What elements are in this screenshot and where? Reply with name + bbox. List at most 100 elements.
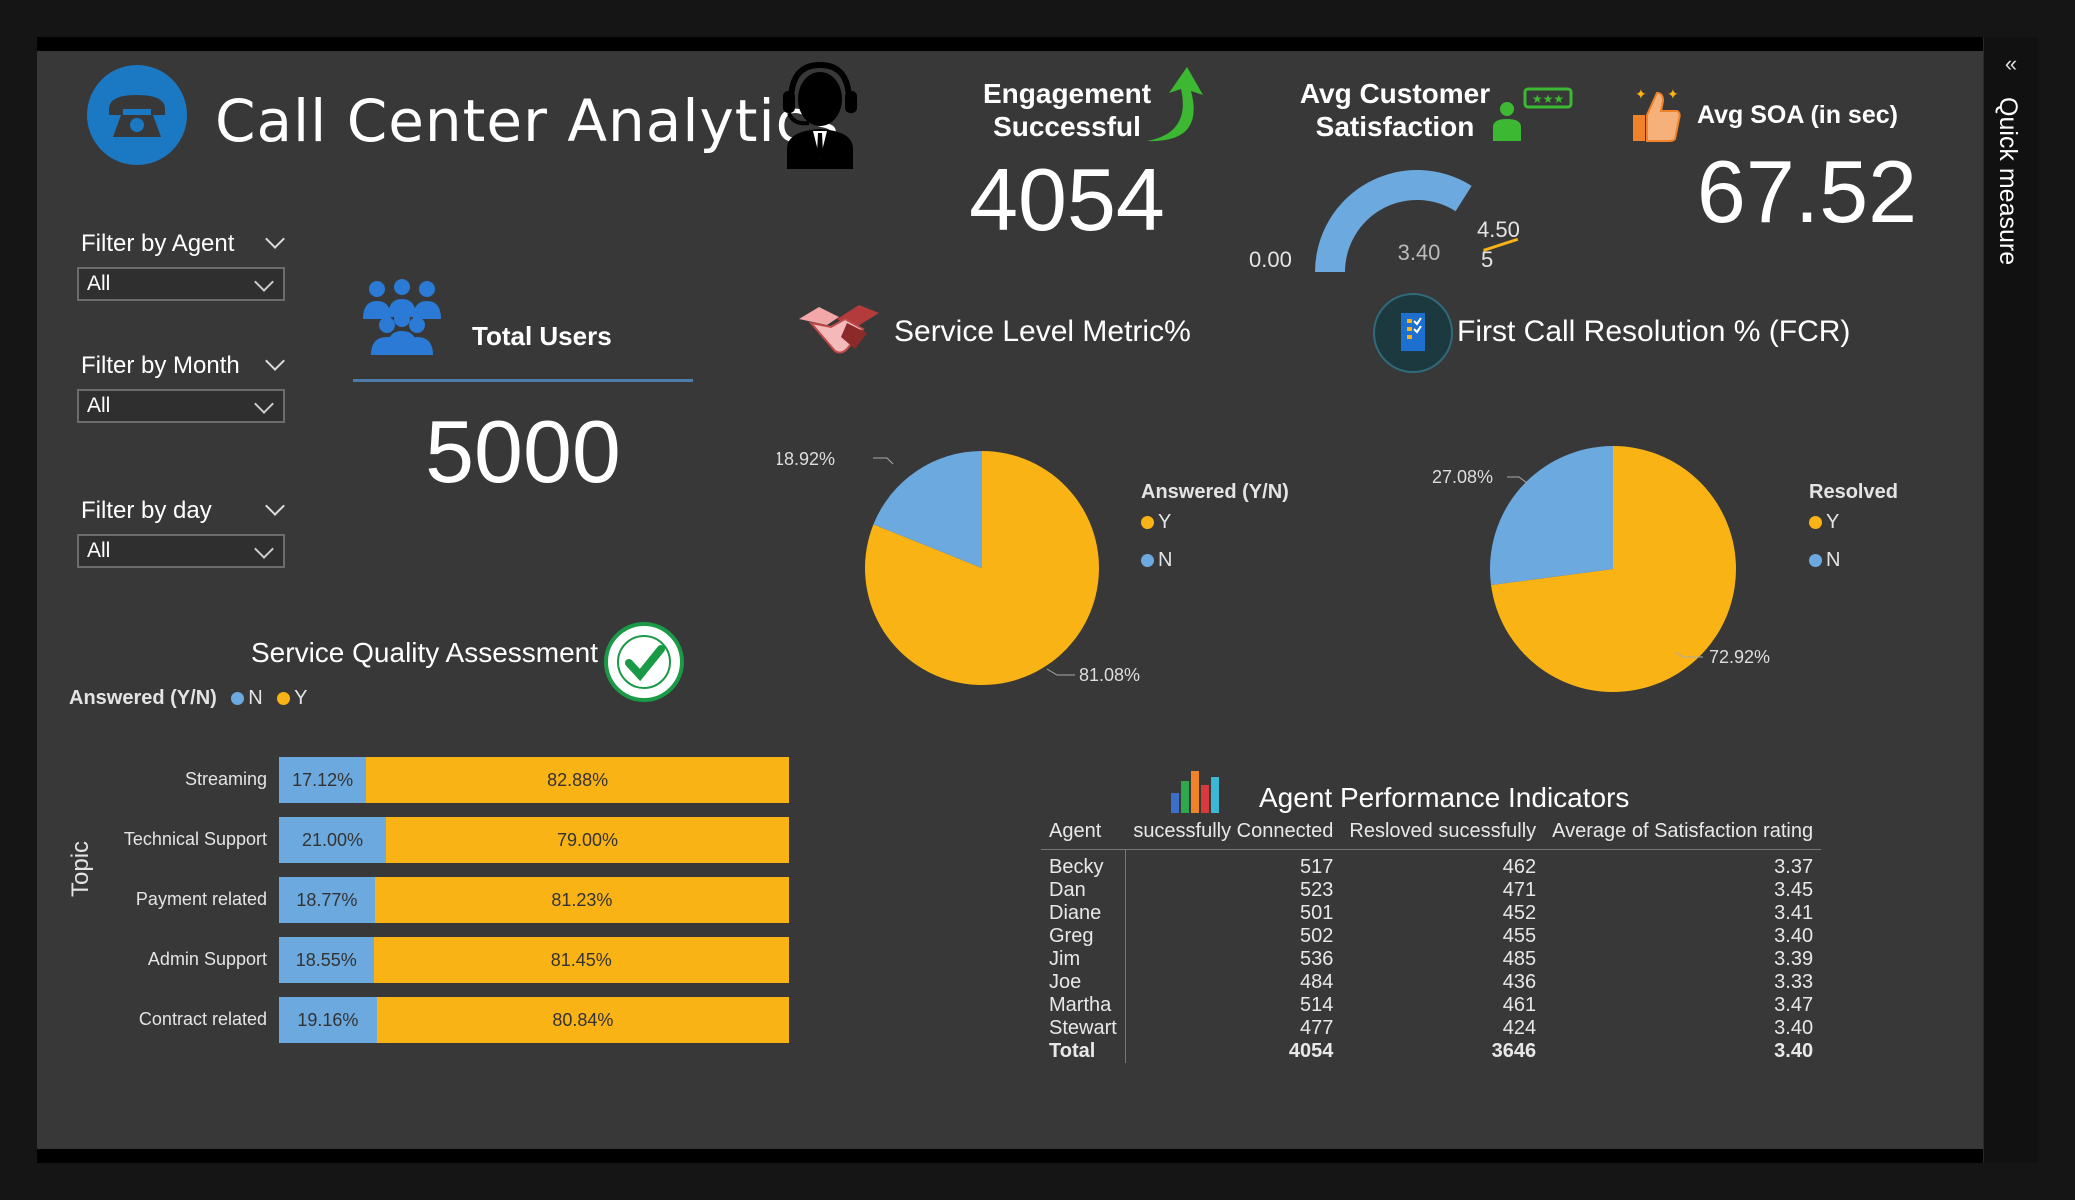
agent-performance-table: Agent sucessfully Connected Resloved suc… — [1041, 820, 1822, 1063]
pie-data-label: 27.08% — [1432, 467, 1493, 487]
sqa-title: Service Quality Assessment — [251, 637, 599, 668]
bar-segment-y[interactable]: 81.23% — [374, 877, 789, 923]
svg-text:✦: ✦ — [1635, 87, 1647, 103]
filter-agent-dropdown[interactable]: All — [77, 267, 285, 301]
value-cell: 3.41 — [1774, 902, 1814, 924]
top-border — [37, 37, 1983, 51]
green-arrow-icon — [1129, 63, 1209, 152]
svg-text:★★★: ★★★ — [1532, 92, 1564, 106]
users-divider — [353, 379, 693, 382]
agent-name-cell: Jim — [1041, 948, 1126, 971]
bar-segment-n[interactable]: 21.00% — [279, 817, 387, 863]
column-header[interactable]: Agent — [1041, 820, 1126, 850]
category-label: Admin Support — [147, 949, 267, 969]
value-cell: 536 — [1300, 948, 1334, 970]
legend-dot — [1141, 516, 1154, 530]
page-title: Call Center Analytics — [215, 87, 840, 155]
value-cell: 3.40 — [1774, 1040, 1814, 1062]
bar-segment-y[interactable]: 80.84% — [376, 997, 789, 1043]
chevron-down-icon — [254, 394, 274, 414]
chevron-down-icon[interactable] — [265, 496, 285, 516]
value-cell: 484 — [1300, 971, 1334, 993]
agent-name-cell: Dan — [1041, 879, 1126, 902]
pie-data-label: 72.92% — [1709, 647, 1770, 667]
quick-measure-label[interactable]: Quick measure — [1993, 97, 2022, 265]
column-header[interactable]: Resloved sucessfully — [1341, 820, 1545, 850]
chevron-down-icon — [254, 272, 274, 292]
value-cell: 424 — [1502, 1017, 1537, 1039]
pie-data-label: 81.08% — [1079, 665, 1140, 685]
service-level-title: Service Level Metric% — [894, 315, 1191, 348]
table-total-row: Total 4054 3646 3.40 — [1041, 1040, 1821, 1063]
legend-dot — [277, 692, 291, 706]
quick-measure-pane[interactable]: « Quick measure — [1983, 37, 2038, 1163]
column-header[interactable]: sucessfully Connected — [1125, 820, 1342, 850]
table-row: Joe 484 436 3.33 — [1041, 971, 1821, 994]
customer-rating-icon: ★★★ — [1485, 85, 1575, 150]
leader-line — [1507, 476, 1528, 484]
table-row: Becky 517 462 3.37 — [1041, 849, 1821, 879]
expand-chevron-icon[interactable]: « — [1984, 51, 2038, 77]
gauge-target: 4.50 — [1477, 217, 1520, 242]
users-icon — [357, 277, 447, 362]
bar-segment-y[interactable]: 82.88% — [366, 757, 789, 803]
value-cell: 3646 — [1491, 1040, 1537, 1062]
bar-segment-n[interactable]: 18.77% — [279, 877, 375, 923]
value-cell: 501 — [1300, 902, 1334, 924]
bar-segment-n[interactable]: 18.55% — [279, 937, 374, 983]
bottom-border — [37, 1149, 1983, 1163]
value-cell: 3.40 — [1774, 1017, 1814, 1039]
agent-name-cell: Greg — [1041, 925, 1126, 948]
value-cell: 485 — [1502, 948, 1537, 970]
leader-line — [1046, 668, 1075, 676]
bar-segment-n[interactable]: 19.16% — [279, 997, 377, 1043]
agent-name-cell: Stewart — [1041, 1017, 1126, 1040]
column-header[interactable]: Average of Satisfaction rating — [1544, 820, 1822, 850]
value-cell: 514 — [1300, 994, 1334, 1016]
value-cell: 4054 — [1288, 1040, 1334, 1062]
agent-headset-icon — [765, 57, 875, 174]
bar-segment-y[interactable]: 79.00% — [386, 817, 789, 863]
legend-label: Y — [1826, 511, 1840, 533]
filter-month-dropdown[interactable]: All — [77, 389, 285, 423]
legend-item-y[interactable]: Y — [1809, 511, 1839, 534]
legend-item-n[interactable]: N — [231, 687, 263, 709]
leader-line — [873, 457, 894, 465]
filter-day-dropdown[interactable]: All — [77, 534, 285, 568]
value-cell: 3.40 — [1774, 925, 1814, 947]
value-cell: 471 — [1502, 879, 1537, 901]
fcr-pie: 72.92% 27.08% — [1432, 446, 1770, 692]
report-canvas: Call Center Analytics Engagement Success… — [37, 37, 1983, 1163]
legend-item-y[interactable]: Y — [277, 687, 308, 709]
value-cell: 461 — [1502, 994, 1537, 1016]
bar-segment-n[interactable]: 17.12% — [279, 757, 367, 803]
legend-item-y[interactable]: Y — [1141, 511, 1171, 534]
legend-dot — [1141, 554, 1154, 568]
table-header-row: Agent sucessfully Connected Resloved suc… — [1041, 820, 1822, 850]
bar-segment-y[interactable]: 81.45% — [373, 937, 789, 983]
category-label: Contract related — [138, 1009, 267, 1029]
chevron-down-icon[interactable] — [265, 351, 285, 371]
legend-title: Answered (Y/N) — [1141, 481, 1289, 503]
bar-row: Technical Support 21.00% 79.00% — [37, 817, 797, 863]
legend-dot — [231, 692, 245, 706]
legend-item-n[interactable]: N — [1809, 549, 1840, 572]
sqa-legend: Answered (Y/N) N Y — [69, 687, 308, 710]
legend-item-n[interactable]: N — [1141, 549, 1172, 572]
value-cell: 3.45 — [1774, 879, 1814, 901]
checklist-icon — [1373, 293, 1453, 373]
value-cell: 3.33 — [1774, 971, 1814, 993]
csat-label: Avg Customer Satisfaction — [1299, 78, 1491, 142]
filter-label: Filter by Agent — [81, 230, 235, 257]
value-cell: 502 — [1300, 925, 1334, 947]
table-row: Martha 514 461 3.47 — [1041, 994, 1821, 1017]
legend-label: Y — [294, 687, 308, 709]
engagement-value: 4054 — [969, 150, 1165, 249]
bar-row: Contract related 19.16% 80.84% — [37, 997, 797, 1043]
chevron-down-icon[interactable] — [265, 229, 285, 249]
value-cell: 452 — [1502, 902, 1537, 924]
pie-slice-n[interactable] — [1490, 446, 1613, 586]
dropdown-value: All — [87, 272, 111, 295]
quality-approved-badge-icon — [603, 621, 685, 708]
table-row: Greg 502 455 3.40 — [1041, 925, 1821, 948]
